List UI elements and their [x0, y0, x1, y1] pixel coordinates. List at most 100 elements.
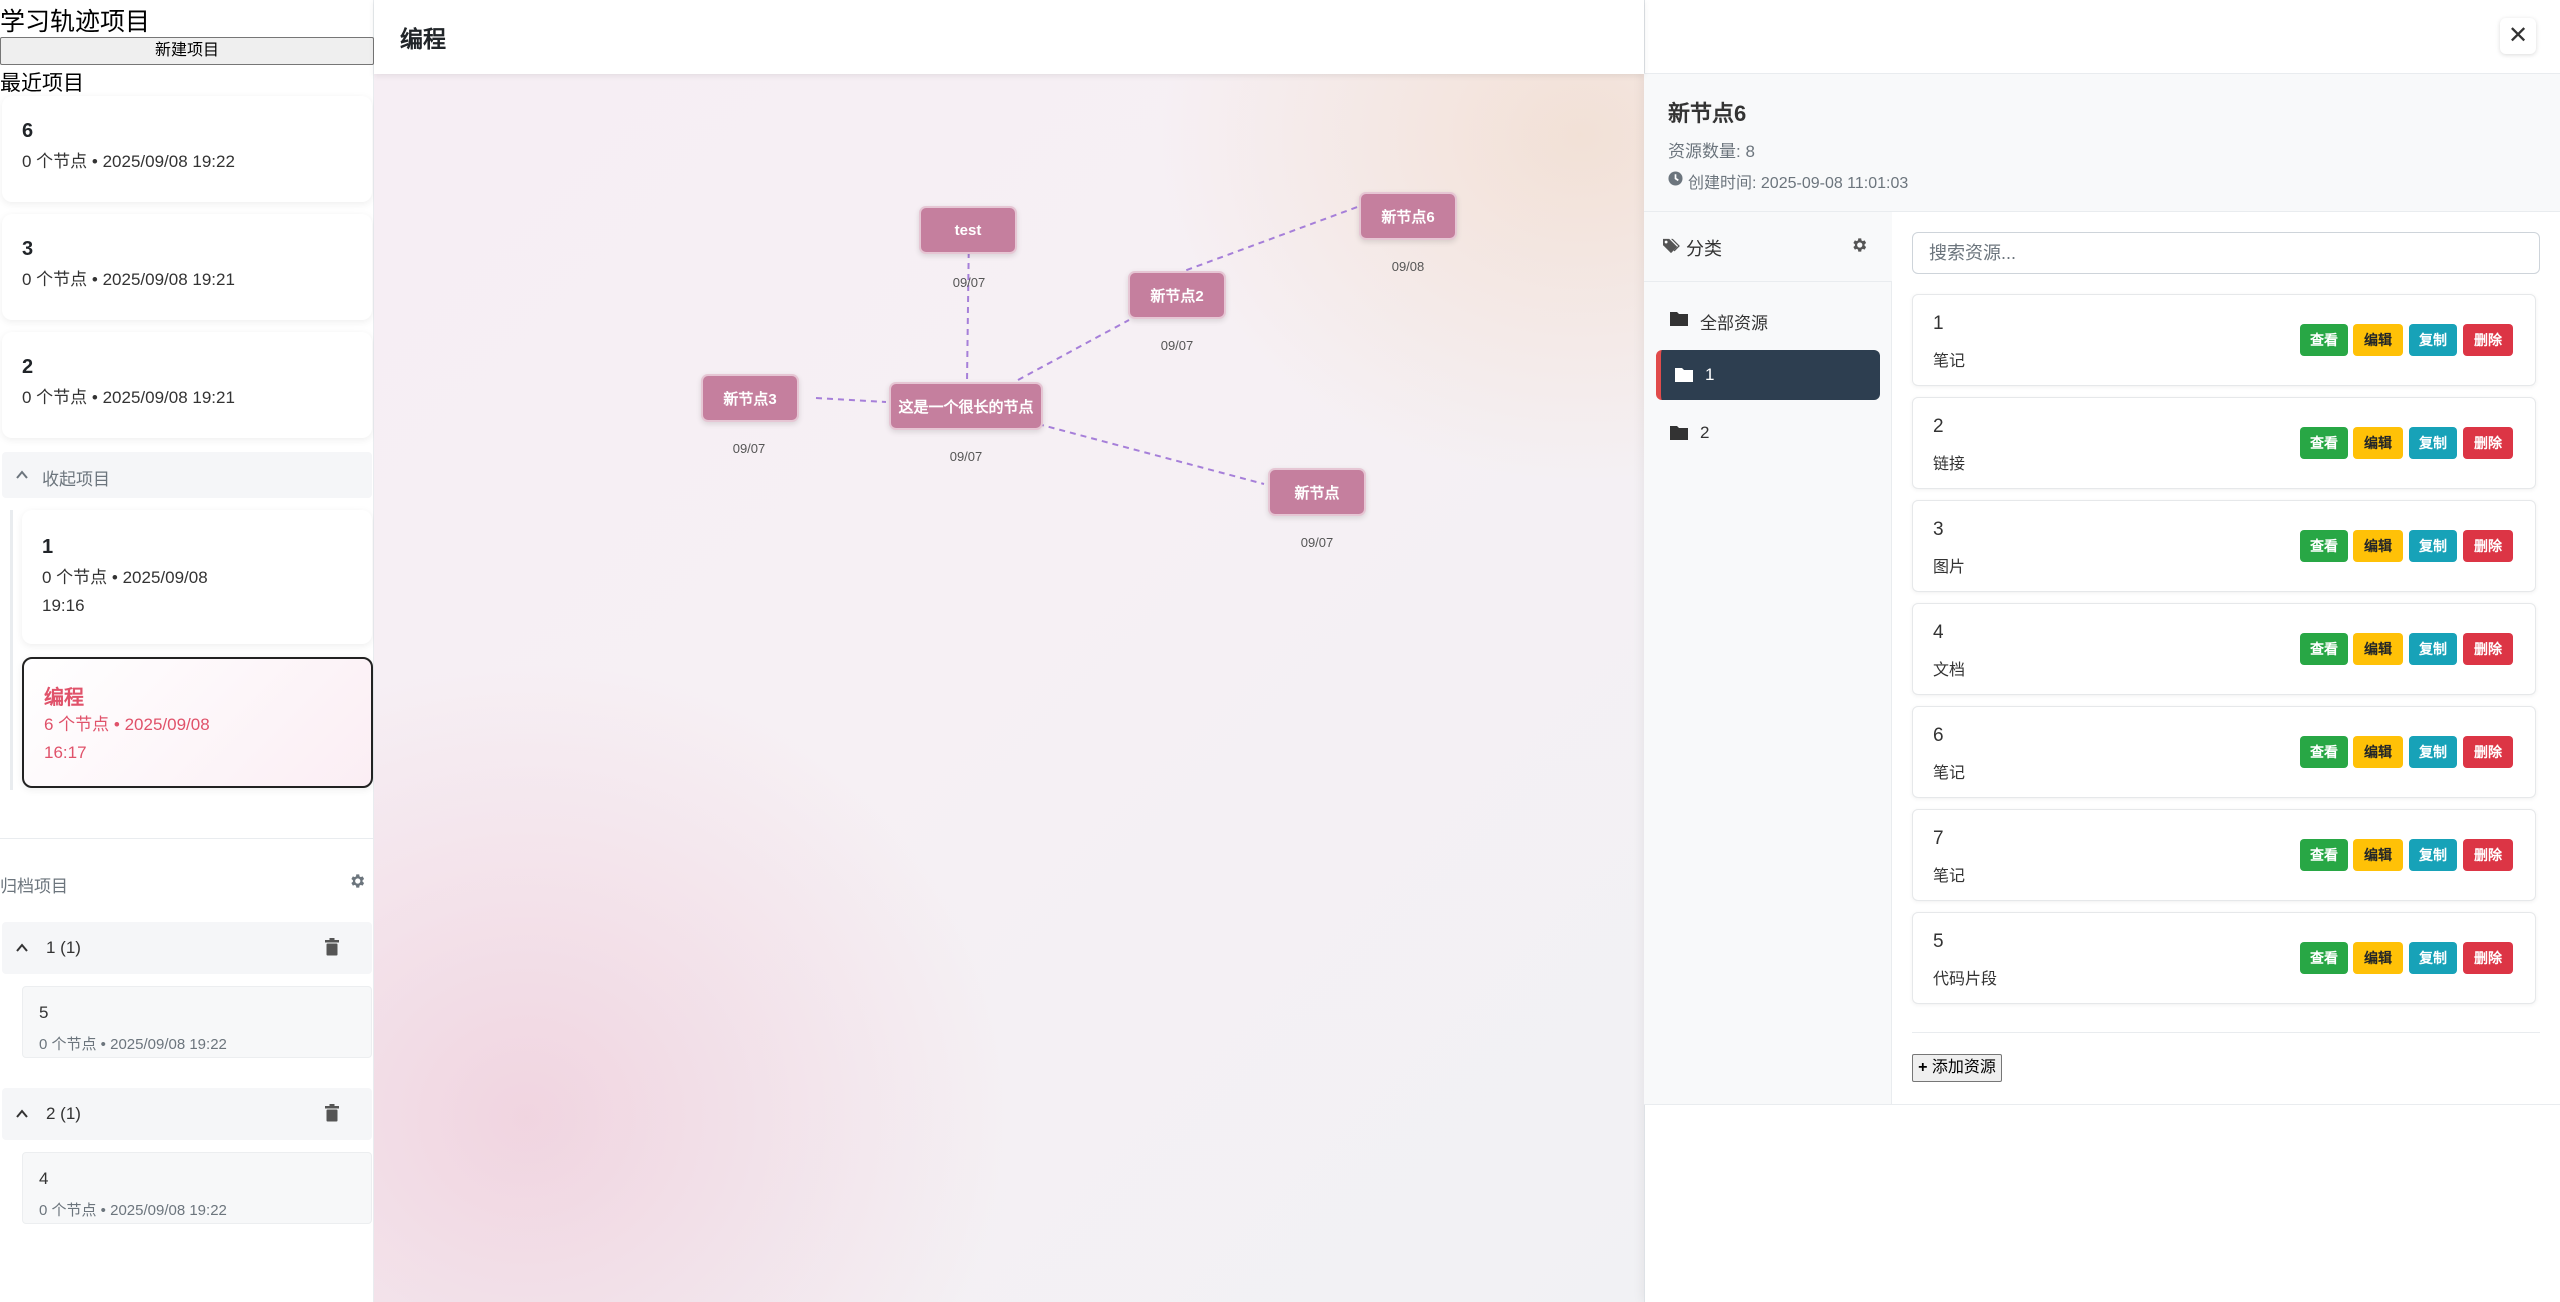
- graph-node[interactable]: 新节点2: [1128, 271, 1226, 319]
- trash-icon[interactable]: [324, 1104, 340, 1122]
- resource-type: 文档: [1933, 662, 1966, 679]
- category-all[interactable]: 全部资源: [1656, 294, 1880, 344]
- view-button[interactable]: 查看: [2300, 839, 2348, 871]
- delete-button[interactable]: 删除: [2463, 633, 2513, 665]
- edit-button[interactable]: 编辑: [2353, 530, 2403, 562]
- project-card[interactable]: 6 0 个节点 • 2025/09/08 19:22: [2, 96, 372, 202]
- copy-button[interactable]: 复制: [2409, 530, 2457, 562]
- delete-button[interactable]: 删除: [2463, 530, 2513, 562]
- project-meta: 0 个节点 • 2025/09/08: [42, 568, 208, 587]
- archive-group-label: 1 (1): [46, 938, 81, 957]
- copy-button[interactable]: 复制: [2409, 839, 2457, 871]
- trash-icon[interactable]: [324, 938, 340, 956]
- edit-button[interactable]: 编辑: [2353, 427, 2403, 459]
- delete-button[interactable]: 删除: [2463, 324, 2513, 356]
- project-name: 3: [22, 238, 34, 260]
- divider: [1644, 1104, 2560, 1105]
- copy-button[interactable]: 复制: [2409, 633, 2457, 665]
- resource-name: 1: [1933, 313, 1944, 334]
- resource-card[interactable]: 7 笔记 查看 编辑 复制 删除: [1912, 809, 2536, 901]
- node-date: 09/07: [1300, 535, 1334, 550]
- app-title: 学习轨迹项目: [0, 7, 151, 36]
- archive-group-header[interactable]: 2 (1): [2, 1088, 372, 1140]
- new-project-button[interactable]: 新建项目: [0, 37, 374, 65]
- folder-icon: [1670, 426, 1688, 440]
- resource-card[interactable]: 3 图片 查看 编辑 复制 删除: [1912, 500, 2536, 592]
- graph-node[interactable]: 新节点3: [701, 374, 799, 422]
- search-input[interactable]: 搜索资源...: [1912, 232, 2540, 274]
- node-date: 09/07: [949, 449, 983, 464]
- gear-icon[interactable]: [348, 872, 366, 890]
- delete-button[interactable]: 删除: [2463, 736, 2513, 768]
- resource-card[interactable]: 1 笔记 查看 编辑 复制 删除: [1912, 294, 2536, 386]
- resource-card[interactable]: 4 文档 查看 编辑 复制 删除: [1912, 603, 2536, 695]
- category-1[interactable]: 1: [1656, 350, 1880, 400]
- edit-button[interactable]: 编辑: [2353, 942, 2403, 974]
- panel-top-bar: [1644, 0, 2560, 74]
- resource-type: 图片: [1933, 559, 1966, 576]
- edge: [1175, 205, 1361, 275]
- archived-project[interactable]: 5 0 个节点 • 2025/09/08 19:22: [22, 986, 372, 1058]
- resource-name: 2: [1933, 416, 1944, 437]
- view-button[interactable]: 查看: [2300, 942, 2348, 974]
- project-meta: 0 个节点 • 2025/09/08 19:21: [22, 388, 235, 407]
- edit-button[interactable]: 编辑: [2353, 633, 2403, 665]
- project-card[interactable]: 1 0 个节点 • 2025/09/08 19:16: [22, 510, 372, 644]
- edit-button[interactable]: 编辑: [2353, 736, 2403, 768]
- clock-icon: [1668, 171, 1683, 186]
- project-name: 1: [42, 536, 54, 558]
- category-header: 分类: [1644, 212, 1892, 282]
- edge: [815, 397, 887, 403]
- resource-name: 4: [1933, 622, 1944, 643]
- edge: [1017, 319, 1130, 381]
- edit-button[interactable]: 编辑: [2353, 324, 2403, 356]
- resource-name: 7: [1933, 828, 1944, 849]
- graph-node[interactable]: test: [919, 206, 1017, 254]
- copy-button[interactable]: 复制: [2409, 942, 2457, 974]
- folder-icon: [1675, 368, 1693, 382]
- view-button[interactable]: 查看: [2300, 427, 2348, 459]
- view-button[interactable]: 查看: [2300, 530, 2348, 562]
- copy-button[interactable]: 复制: [2409, 736, 2457, 768]
- graph-node[interactable]: 新节点6: [1359, 192, 1457, 240]
- category-2[interactable]: 2: [1656, 408, 1880, 458]
- archive-group-header[interactable]: 1 (1): [2, 922, 372, 974]
- graph-node[interactable]: 新节点: [1268, 468, 1366, 516]
- project-meta: 0 个节点 • 2025/09/08 19:22: [22, 152, 235, 171]
- resource-name: 6: [1933, 725, 1944, 746]
- archived-project-name: 5: [39, 1003, 49, 1022]
- delete-button[interactable]: 删除: [2463, 427, 2513, 459]
- copy-button[interactable]: 复制: [2409, 427, 2457, 459]
- category-header-label: 分类: [1686, 239, 1722, 259]
- view-button[interactable]: 查看: [2300, 633, 2348, 665]
- plus-icon: +: [1918, 1059, 1928, 1076]
- view-button[interactable]: 查看: [2300, 736, 2348, 768]
- copy-button[interactable]: 复制: [2409, 324, 2457, 356]
- project-name: 2: [22, 356, 34, 378]
- gear-icon[interactable]: [1850, 236, 1868, 254]
- delete-button[interactable]: 删除: [2463, 839, 2513, 871]
- collapse-projects-label: 收起项目: [42, 470, 110, 489]
- resource-type: 笔记: [1933, 868, 1966, 885]
- close-button[interactable]: ✕: [2500, 18, 2536, 54]
- project-card[interactable]: 2 0 个节点 • 2025/09/08 19:21: [2, 332, 372, 438]
- group-rail: [10, 510, 13, 790]
- category-column: [1644, 212, 1892, 1104]
- category-label: 1: [1705, 365, 1715, 384]
- resource-type: 笔记: [1933, 765, 1966, 782]
- edit-button[interactable]: 编辑: [2353, 839, 2403, 871]
- resource-card[interactable]: 2 链接 查看 编辑 复制 删除: [1912, 397, 2536, 489]
- resource-card[interactable]: 6 笔记 查看 编辑 复制 删除: [1912, 706, 2536, 798]
- delete-button[interactable]: 删除: [2463, 942, 2513, 974]
- project-card[interactable]: 3 0 个节点 • 2025/09/08 19:21: [2, 214, 372, 320]
- main-header: [374, 0, 1644, 74]
- archived-project[interactable]: 4 0 个节点 • 2025/09/08 19:22: [22, 1152, 372, 1224]
- node-date: 09/07: [952, 275, 986, 290]
- project-card-active[interactable]: 编程 6 个节点 • 2025/09/08 16:17: [22, 657, 373, 788]
- resource-card[interactable]: 5 代码片段 查看 编辑 复制 删除: [1912, 912, 2536, 1004]
- project-meta: 0 个节点 • 2025/09/08 19:21: [22, 270, 235, 289]
- collapse-projects-toggle[interactable]: 收起项目: [2, 452, 372, 498]
- view-button[interactable]: 查看: [2300, 324, 2348, 356]
- add-resource-button[interactable]: + 添加资源: [1912, 1054, 2002, 1082]
- graph-node[interactable]: 这是一个很长的节点: [889, 382, 1043, 430]
